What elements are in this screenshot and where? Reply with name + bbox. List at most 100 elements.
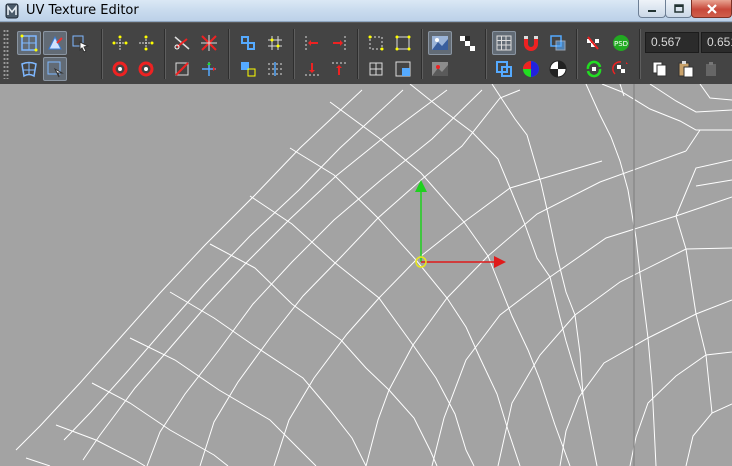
paste-icon [678, 61, 694, 78]
toolbar-separator [164, 29, 166, 79]
align-max-u-button[interactable] [327, 31, 351, 55]
align-left-icon [305, 36, 318, 50]
move-and-sew-icon [202, 62, 216, 76]
shaded-uv-button[interactable] [546, 31, 570, 55]
update-psd-button[interactable] [582, 31, 606, 55]
toolbar-grip[interactable] [3, 29, 9, 79]
paste-uvs-button[interactable] [674, 57, 698, 81]
texture-borders-button[interactable] [492, 57, 516, 81]
uv-lattice-tool-icon [20, 34, 38, 52]
copy-uvs-button[interactable] [648, 57, 672, 81]
maya-icon [5, 3, 19, 19]
sew-uv-edges-button[interactable] [170, 57, 194, 81]
tweak-uv-icon [47, 61, 64, 78]
layout-uvs-button[interactable] [236, 31, 260, 55]
move-uv-shell-icon [72, 35, 90, 53]
toolbar-separator [485, 29, 487, 79]
uv-viewport[interactable] [0, 84, 732, 466]
align-min-u-button[interactable] [300, 31, 324, 55]
split-uv-icon [201, 35, 217, 51]
align-uv-icon [268, 62, 282, 76]
psd-icon: PSD [613, 35, 629, 51]
uv-toolbar: PSD 0.567 0.651 [0, 22, 732, 84]
tweak-uv-button[interactable] [43, 57, 67, 81]
flip-uv-horizontal-icon [112, 35, 128, 50]
psd-network-button[interactable]: PSD [609, 31, 633, 55]
select-shell-border-button[interactable] [364, 31, 388, 55]
image-display-icon [432, 36, 448, 50]
align-right-icon [333, 36, 346, 50]
lattice-deform-icon [21, 61, 37, 78]
toolbar-separator [101, 29, 103, 79]
select-shell-button[interactable] [391, 31, 415, 55]
minimize-button[interactable] [638, 0, 666, 18]
checker-icon [460, 36, 475, 51]
uv-lattice-button[interactable] [17, 57, 41, 81]
grid-display-icon [496, 35, 512, 51]
svg-text:PSD: PSD [614, 40, 628, 48]
shell-select-icon [395, 35, 411, 51]
uv-smudge-tool-icon [48, 35, 63, 50]
v-value-field[interactable]: 0.651 [701, 32, 732, 53]
toolbar-separator [228, 29, 230, 79]
move-manipulator[interactable] [0, 84, 732, 466]
align-uvs-button[interactable] [263, 57, 287, 81]
texture-border-icon [496, 61, 512, 77]
alpha-channel-icon [549, 60, 567, 78]
alpha-channel-button[interactable] [546, 57, 570, 81]
isolate-select-button[interactable] [364, 57, 388, 81]
dim-image-button[interactable] [428, 57, 452, 81]
update-psd-icon [587, 36, 599, 50]
maximize-button[interactable] [665, 0, 692, 18]
unfold-uv-icon [241, 62, 256, 77]
align-min-v-button[interactable] [300, 57, 324, 81]
maximize-icon [673, 3, 684, 13]
shell-border-icon [368, 35, 384, 51]
split-uvs-button[interactable] [197, 31, 221, 55]
pixel-snap-button[interactable] [519, 31, 543, 55]
grid-uvs-button[interactable] [263, 31, 287, 55]
rgb-channels-icon [523, 61, 539, 77]
align-top-icon [332, 62, 346, 75]
rotate-ccw-button[interactable] [108, 57, 132, 81]
uv-smudge-tool-button[interactable] [43, 31, 67, 55]
magnet-icon [524, 36, 538, 51]
flip-u-button[interactable] [108, 31, 132, 55]
flip-v-button[interactable] [134, 31, 158, 55]
cut-uv-edges-button[interactable] [170, 31, 194, 55]
copy-icon [652, 61, 667, 77]
close-icon [706, 3, 717, 14]
v-axis-arrow[interactable] [415, 180, 427, 192]
window-title: UV Texture Editor [26, 3, 139, 18]
move-sew-button[interactable] [197, 57, 221, 81]
u-value-field[interactable]: 0.567 [645, 32, 699, 53]
toolbar-separator [639, 29, 641, 79]
rotate-cw-button[interactable] [134, 57, 158, 81]
uv-snapshot-button[interactable] [391, 57, 415, 81]
paste-disabled-button[interactable] [699, 57, 723, 81]
toolbar-separator [357, 29, 359, 79]
checker-refresh-icon [612, 61, 628, 75]
rgb-channels-button[interactable] [519, 57, 543, 81]
rotate-cw-icon [138, 61, 154, 77]
refresh-image-button[interactable] [582, 57, 606, 81]
grid-toggle-button[interactable] [492, 31, 516, 55]
checker-refresh-button[interactable] [609, 57, 633, 81]
uv-texture-editor-window: UV Texture Editor PSD 0.567 0.65 [0, 0, 732, 466]
cut-uv-icon [174, 36, 190, 50]
align-bottom-icon [305, 63, 319, 76]
uv-snapshot-icon [395, 61, 411, 77]
layout-uv-icon [241, 36, 255, 50]
toolbar-separator [576, 29, 578, 79]
uv-select-tool-button[interactable] [17, 31, 41, 55]
display-image-button[interactable] [428, 31, 452, 55]
uv-move-tool-button[interactable] [69, 31, 93, 55]
align-max-v-button[interactable] [327, 57, 351, 81]
close-button[interactable] [691, 0, 732, 18]
title-bar[interactable]: UV Texture Editor [0, 0, 732, 22]
minimize-icon [648, 9, 656, 12]
unfold-uvs-button[interactable] [236, 57, 260, 81]
checker-map-button[interactable] [455, 31, 479, 55]
paste-u-icon [706, 62, 716, 76]
u-axis-arrow[interactable] [494, 256, 506, 268]
